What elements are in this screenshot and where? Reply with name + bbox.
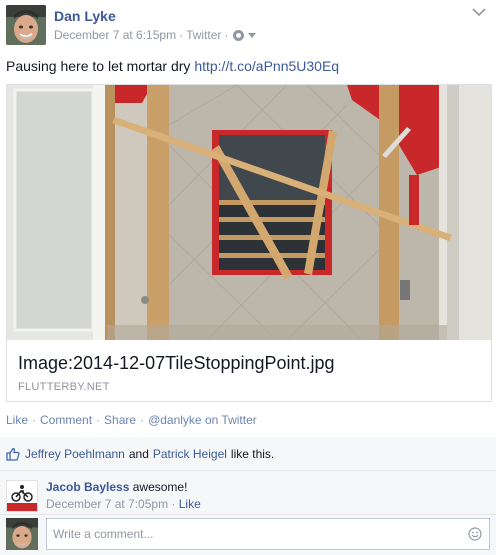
likes-suffix: like this.: [230, 447, 275, 461]
comment-meta: December 7 at 7:05pm · Like: [46, 497, 201, 511]
action-separator: ·: [32, 413, 37, 427]
post-message: Pausing here to let mortar dry: [6, 58, 191, 74]
post-date[interactable]: December 7 at 6:15pm: [54, 28, 176, 42]
card-image[interactable]: [7, 85, 491, 340]
comment-input[interactable]: [46, 518, 490, 550]
liker-name[interactable]: Jeffrey Poehlmann: [25, 447, 125, 461]
comment-composer: [6, 518, 490, 550]
link-preview-card[interactable]: Image:2014-12-07TileStoppingPoint.jpg FL…: [6, 84, 492, 402]
author-avatar-image: [6, 5, 46, 45]
meta-separator: ·: [171, 497, 176, 511]
post-link[interactable]: http://t.co/aPnn5U30Eq: [194, 58, 339, 74]
liker-name[interactable]: Patrick Heigel: [153, 447, 227, 461]
divider: [0, 514, 496, 515]
action-separator: ·: [96, 413, 101, 427]
smiley-icon[interactable]: [468, 527, 482, 541]
comment-body: Jacob Bayless awesome!: [46, 480, 187, 494]
twitter-link[interactable]: @danlyke on Twitter: [148, 413, 257, 427]
card-title[interactable]: Image:2014-12-07TileStoppingPoint.jpg: [18, 353, 335, 374]
author-name[interactable]: Dan Lyke: [54, 8, 116, 24]
tile-photo: [7, 85, 491, 340]
viewer-avatar-image: [6, 518, 38, 550]
post-actions: Like · Comment · Share · @danlyke on Twitter: [6, 413, 257, 427]
likes-summary: Jeffrey Poehlmann and Patrick Heigel lik…: [6, 447, 274, 461]
commenter-name[interactable]: Jacob Bayless: [46, 480, 129, 494]
thumbs-up-icon: [6, 447, 20, 461]
feedback-section: Jeffrey Poehlmann and Patrick Heigel lik…: [0, 437, 496, 555]
comment-item: Jacob Bayless awesome! December 7 at 7:0…: [6, 480, 490, 514]
post-text: Pausing here to let mortar dry http://t.…: [6, 58, 339, 74]
like-link[interactable]: Like: [6, 413, 28, 427]
post-header: Dan Lyke December 7 at 6:15pm · Twitter …: [6, 5, 490, 47]
action-separator: ·: [140, 413, 145, 427]
commenter-avatar[interactable]: [6, 480, 38, 512]
meta-separator: ·: [224, 28, 229, 42]
comment-link[interactable]: Comment: [40, 413, 92, 427]
post-source[interactable]: Twitter: [186, 28, 221, 42]
meta-separator: ·: [179, 28, 184, 42]
likes-conjunction: and: [128, 447, 149, 461]
card-domain: FLUTTERBY.NET: [18, 381, 110, 393]
post-meta: December 7 at 6:15pm · Twitter ·: [54, 28, 257, 42]
author-avatar[interactable]: [6, 5, 46, 45]
globe-icon[interactable]: [233, 29, 245, 41]
commenter-avatar-image: [7, 481, 37, 511]
comment-date[interactable]: December 7 at 7:05pm: [46, 497, 168, 511]
caret-down-icon[interactable]: [248, 32, 257, 38]
comment-text: awesome!: [132, 480, 188, 494]
comment-like-link[interactable]: Like: [179, 497, 201, 511]
viewer-avatar: [6, 518, 38, 550]
chevron-down-icon[interactable]: [472, 7, 486, 17]
divider: [0, 470, 496, 471]
share-link[interactable]: Share: [104, 413, 136, 427]
